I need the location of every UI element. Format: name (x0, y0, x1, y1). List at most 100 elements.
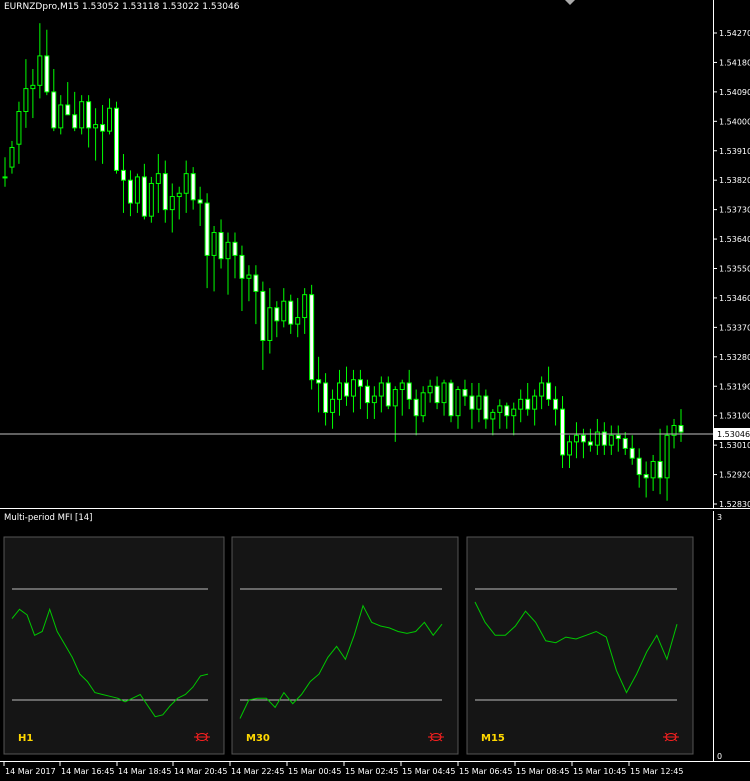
time-axis-label: 15 Mar 02:45 (345, 767, 398, 776)
candle (323, 373, 329, 426)
candle-body (378, 382, 384, 397)
candle (560, 396, 566, 469)
price-axis-label: 1.53280 (719, 353, 750, 362)
candle (281, 288, 287, 328)
mfi-panel-m15[interactable]: M15 (466, 536, 694, 755)
candle-body (114, 107, 120, 171)
candle (120, 154, 126, 213)
candle (100, 104, 106, 164)
time-axis-label: 14 Mar 22:45 (231, 767, 284, 776)
candle (65, 82, 71, 116)
candle-body (427, 385, 433, 394)
candle-body (148, 182, 154, 217)
candle (343, 366, 349, 406)
candle (420, 386, 426, 423)
candle-body (120, 169, 126, 181)
candle-body (350, 379, 356, 397)
candle (601, 422, 607, 455)
candle (107, 98, 113, 135)
candle (448, 379, 454, 423)
mfi-panel-h1[interactable]: H1 (3, 536, 225, 755)
candle (23, 59, 29, 128)
candle (350, 369, 356, 413)
price-axis-label: 1.53100 (719, 412, 750, 421)
candle (330, 389, 336, 429)
price-axis-label: 1.53010 (719, 441, 750, 450)
candle-body (107, 107, 113, 132)
candle-body (58, 104, 64, 129)
candle-body (441, 382, 447, 404)
candle (629, 435, 635, 465)
candle (9, 140, 15, 174)
price-axis-label: 1.54000 (719, 117, 750, 126)
candle (288, 294, 294, 334)
candle (357, 369, 363, 410)
candle (267, 288, 273, 354)
candle-body (274, 307, 280, 322)
candle (260, 281, 266, 370)
candle (337, 369, 343, 416)
candle (483, 389, 489, 429)
candle-body (406, 382, 412, 400)
chart-window[interactable]: 1.54270 1.54180 1.54090 1.54000 1.53910 1.538… (0, 0, 750, 781)
mfi-panel-m30[interactable]: M30 (231, 536, 459, 755)
candle (44, 29, 50, 96)
candle-body (176, 192, 182, 198)
time-axis-label: 14 Mar 16:45 (61, 767, 114, 776)
candle-body (30, 84, 36, 90)
timeframe-label: H1 (18, 733, 33, 744)
time-axis-label: 15 Mar 06:45 (459, 767, 512, 776)
candle-body (288, 300, 294, 325)
candle-body (162, 173, 168, 211)
panel-frame (3, 536, 225, 755)
candle (274, 301, 280, 338)
candle-body (190, 173, 196, 201)
candle (413, 389, 419, 436)
candle (176, 186, 182, 220)
candle (211, 225, 217, 292)
candle-body (316, 379, 322, 384)
candle (30, 68, 36, 119)
candle (169, 183, 175, 233)
candle-body (183, 173, 189, 194)
mfi-panels: H1 M30 M15 (3, 536, 694, 755)
price-axis-label: 1.53190 (719, 382, 750, 391)
candle (232, 232, 238, 279)
candle-body (23, 88, 29, 112)
candle (504, 402, 510, 429)
indicator-max-label: 3 (717, 513, 722, 522)
candle (573, 422, 579, 459)
price-chart[interactable]: 1.54270 1.54180 1.54090 1.54000 1.53910 1.538… (0, 0, 750, 509)
candle (114, 101, 120, 174)
time-axis: 14 Mar 2017 14 Mar 16:45 14 Mar 18:45 14 Ma… (3, 762, 683, 776)
candle (553, 386, 559, 426)
candle-body (462, 389, 468, 397)
candle (476, 382, 482, 423)
candle (462, 379, 468, 406)
candle (434, 376, 440, 410)
candle-body (309, 294, 315, 381)
candle-body (155, 173, 161, 184)
time-axis-label: 14 Mar 2017 (5, 767, 56, 776)
candle-body (539, 382, 545, 397)
candle (657, 428, 663, 495)
candle-body (9, 146, 15, 168)
candle (441, 379, 447, 416)
candle (155, 154, 161, 213)
candle (239, 245, 245, 312)
indicator-window[interactable]: 3 0 H1 M30 M15 (0, 511, 750, 762)
candle (643, 461, 649, 498)
candle (148, 176, 154, 223)
time-axis-label: 15 Mar 12:45 (630, 767, 683, 776)
candle-body (546, 382, 552, 400)
candle-body (622, 438, 628, 449)
candle-body (281, 300, 287, 322)
candle-body (469, 395, 475, 410)
candle (546, 366, 552, 406)
candle (518, 389, 524, 423)
candle-body (580, 434, 586, 443)
chart-shift-marker[interactable] (565, 0, 575, 5)
candle (511, 402, 517, 436)
candle (525, 382, 531, 416)
price-axis-label: 1.52920 (719, 471, 750, 480)
